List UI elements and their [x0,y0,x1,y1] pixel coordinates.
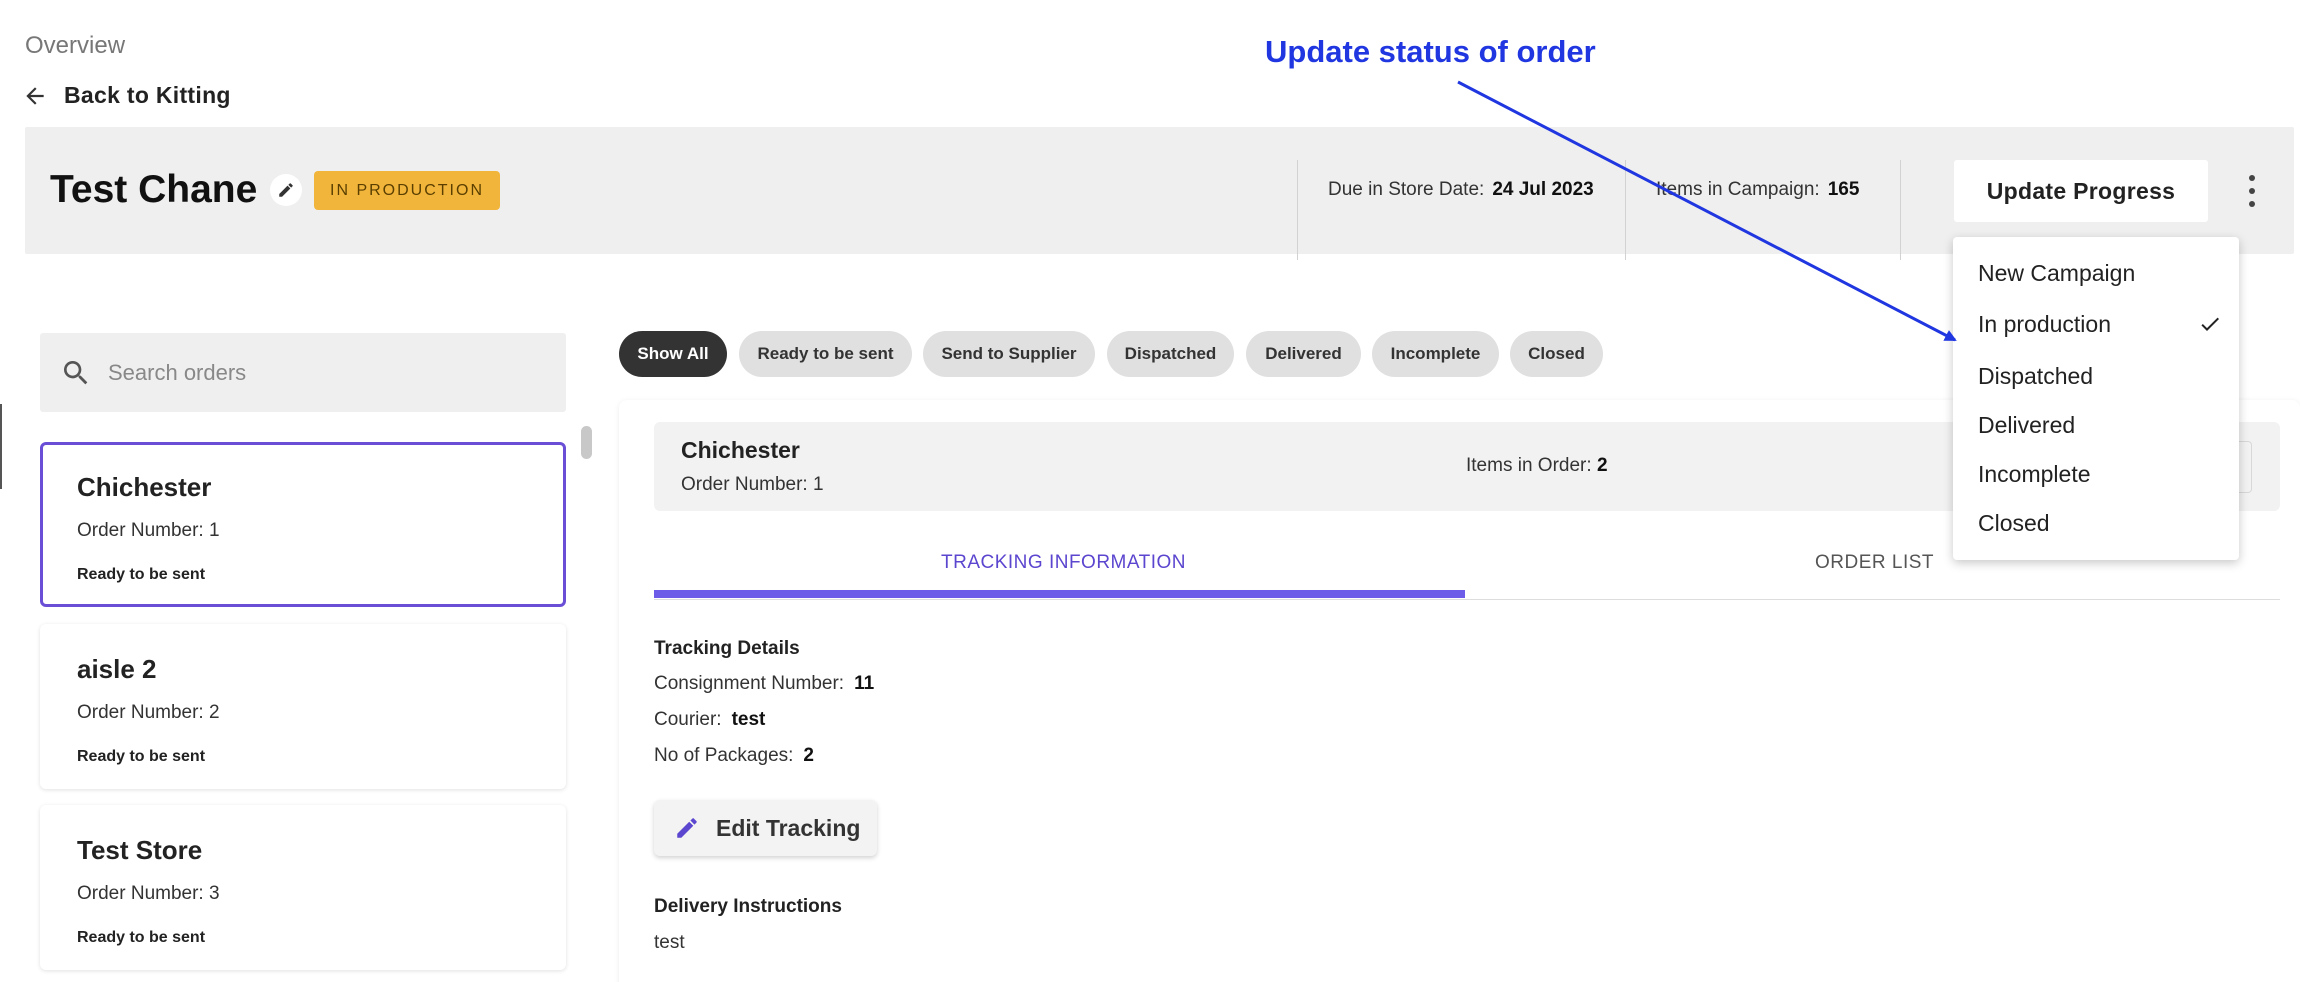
filter-chip-dispatched[interactable]: Dispatched [1107,331,1234,377]
order-status: Ready to be sent [77,566,206,583]
back-to-kitting-link[interactable]: Back to Kitting [22,82,231,109]
more-vert-icon[interactable] [2244,175,2260,207]
arrow-left-icon [26,86,44,105]
order-number: Order Number: 3 [77,883,220,904]
order-status: Ready to be sent [77,748,206,765]
annotation-text: Update status of order [1265,34,1596,69]
packages-row: No of Packages: 2 [654,745,814,767]
header-divider [1900,160,1901,260]
menu-item-dispatched[interactable]: Dispatched [1978,363,2093,390]
order-card[interactable]: Chichester Order Number: 1 Ready to be s… [40,442,566,607]
due-date-value: 24 Jul 2023 [1492,179,1594,200]
filter-chip-incomplete[interactable]: Incomplete [1372,331,1499,377]
courier-label: Courier: [654,709,722,730]
consignment-number-value: 11 [854,673,875,694]
check-icon [2201,317,2219,331]
order-detail-name: Chichester [681,437,800,463]
tab-divider [654,599,2280,600]
order-name: Chichester [77,472,212,502]
left-edge-marker [0,404,2,489]
items-in-campaign-value: 165 [1827,179,1860,200]
tracking-details-heading: Tracking Details [654,638,800,659]
courier-row: Courier: test [654,709,765,731]
menu-item-incomplete[interactable]: Incomplete [1978,461,2091,488]
pencil-icon [279,183,293,197]
order-detail-number: Order Number: 1 [681,474,824,495]
campaign-title: Test Chane [50,168,258,211]
search-orders-input[interactable] [108,359,548,386]
menu-item-delivered[interactable]: Delivered [1978,412,2075,439]
tab-tracking-information[interactable]: TRACKING INFORMATION [941,552,1186,574]
order-name: aisle 2 [77,654,157,684]
courier-value: test [731,709,766,730]
edit-tracking-label: Edit Tracking [716,814,861,841]
search-orders-box[interactable] [40,333,566,412]
items-in-order: Items in Order: 2 [1466,455,1608,477]
due-date-label: Due in Store Date: [1328,179,1485,200]
consignment-number-label: Consignment Number: [654,673,845,694]
filter-chip-send-to-supplier[interactable]: Send to Supplier [923,331,1095,377]
order-list-scrollbar[interactable] [581,426,592,459]
items-in-order-label: Items in Order: [1466,455,1592,476]
order-name: Test Store [77,835,203,865]
edit-tracking-button[interactable]: Edit Tracking [654,800,877,856]
header-divider [1297,160,1298,260]
breadcrumb-overview[interactable]: Overview [25,32,125,60]
filter-chip-ready-to-be-sent[interactable]: Ready to be sent [739,331,912,377]
status-dropdown-menu: New Campaign In production Dispatched De… [1953,237,2239,560]
filter-chip-show-all[interactable]: Show All [619,331,727,377]
items-in-campaign-label: Items in Campaign: [1656,179,1820,200]
active-tab-indicator [654,590,1465,598]
packages-value: 2 [803,745,814,766]
order-status: Ready to be sent [77,929,206,946]
menu-item-in-production[interactable]: In production [1978,311,2111,338]
campaign-status-badge: IN PRODUCTION [314,171,500,210]
tab-order-list[interactable]: ORDER LIST [1815,552,1934,574]
update-progress-button[interactable]: Update Progress [1954,160,2208,222]
menu-item-closed[interactable]: Closed [1978,510,2050,537]
delivery-instructions-value: test [654,932,685,953]
packages-label: No of Packages: [654,745,794,766]
back-link-label: Back to Kitting [64,82,231,108]
consignment-number-row: Consignment Number: 11 [654,673,874,695]
header-divider [1625,160,1626,260]
items-in-order-value: 2 [1596,455,1608,476]
order-number: Order Number: 1 [77,520,220,541]
pencil-icon [677,818,697,838]
order-number: Order Number: 2 [77,702,220,723]
filter-chip-delivered[interactable]: Delivered [1246,331,1361,377]
order-card[interactable]: aisle 2 Order Number: 2 Ready to be sent [40,624,566,789]
filter-chip-closed[interactable]: Closed [1510,331,1603,377]
order-card[interactable]: Test Store Order Number: 3 Ready to be s… [40,805,566,970]
search-icon [64,360,88,384]
menu-item-new-campaign[interactable]: New Campaign [1978,260,2135,287]
delivery-instructions-heading: Delivery Instructions [654,896,842,917]
items-in-campaign: Items in Campaign: 165 [1656,179,1859,201]
edit-title-button[interactable] [270,174,302,206]
due-date: Due in Store Date: 24 Jul 2023 [1328,179,1594,201]
